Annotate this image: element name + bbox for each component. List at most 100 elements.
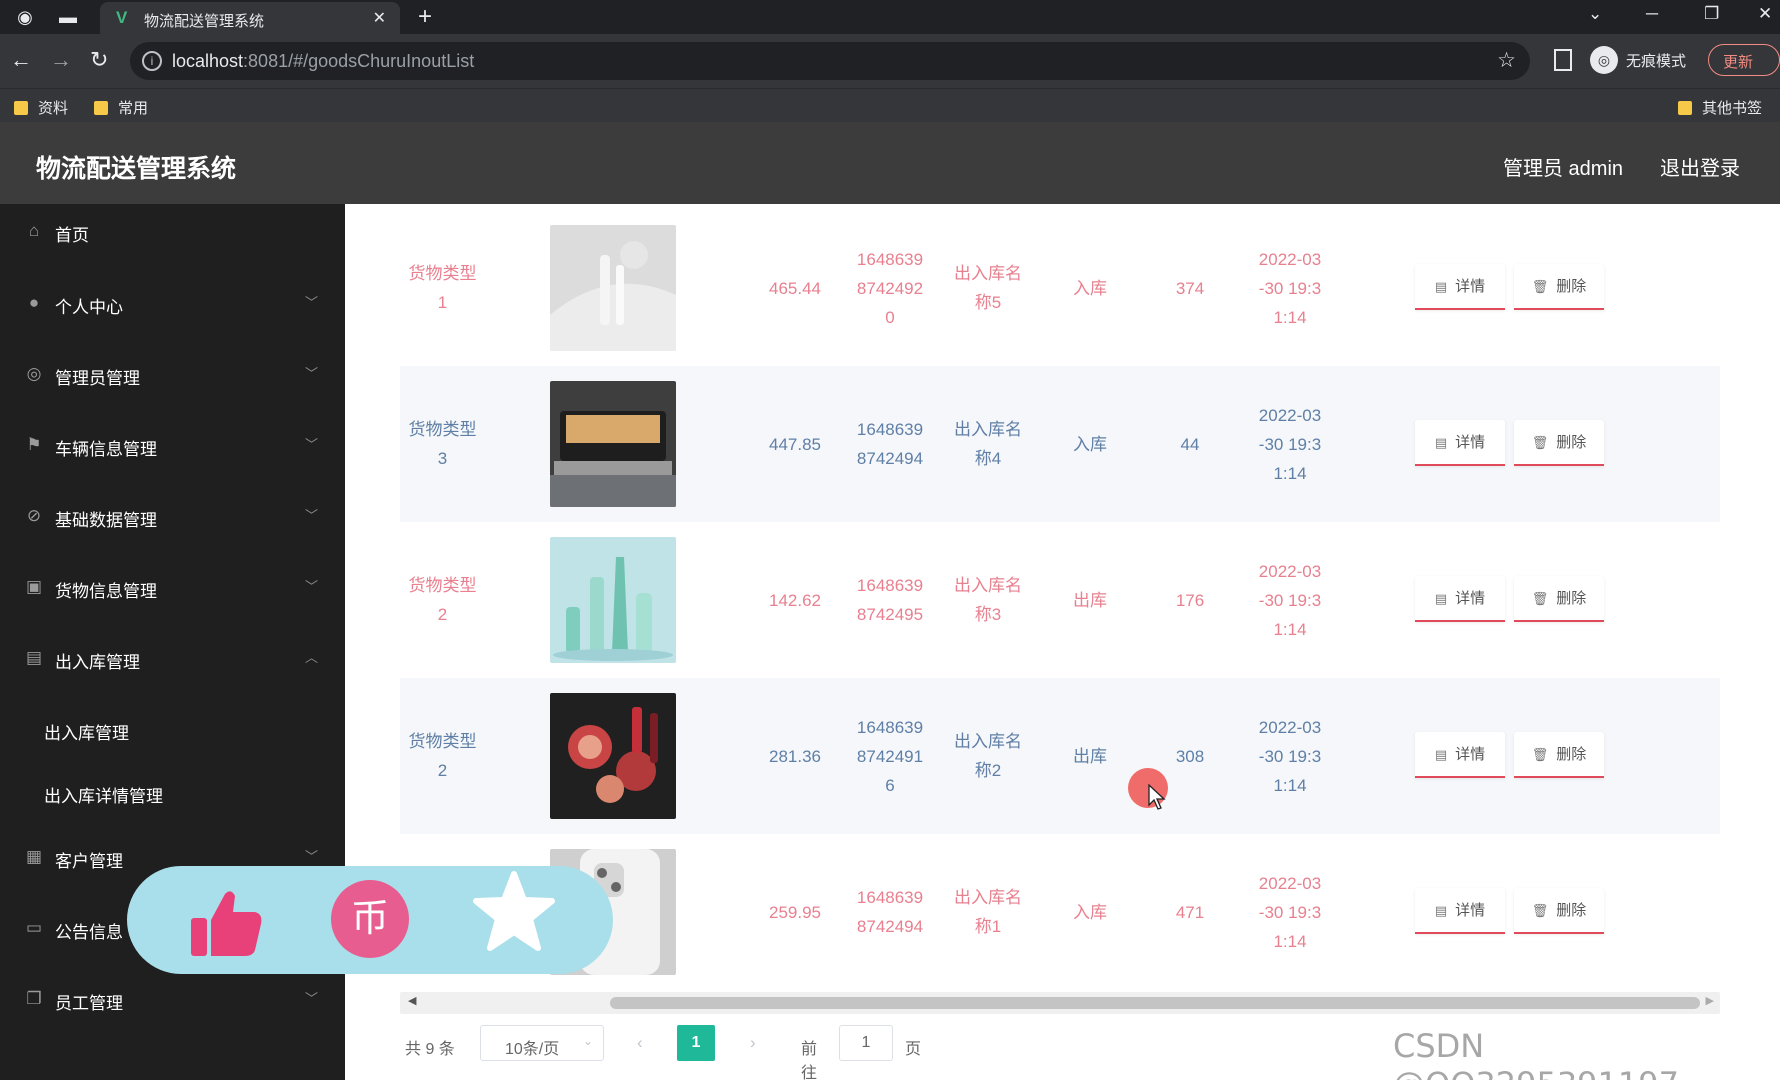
side-panel-icon[interactable] <box>1554 49 1572 71</box>
cell-actions: ▤ 详情 🗑 删除 <box>1400 678 1604 834</box>
cell-price: 142.62 <box>769 590 821 610</box>
cell-inout-code: 1648639 8742491 6 <box>856 717 924 795</box>
folder-icon <box>14 101 28 115</box>
cell-goods-type: 货物类型 1 <box>408 264 477 312</box>
detail-button[interactable]: ▤ 详情 <box>1415 264 1505 310</box>
url-text: localhost:8081/#/goodsChuruInoutList <box>172 51 475 71</box>
other-bookmarks[interactable]: 其他书签 <box>1678 97 1762 118</box>
close-window-icon[interactable]: ✕ <box>1758 4 1772 24</box>
sidebar-item-staff[interactable]: ❐ 员工管理 ﹀ <box>0 972 345 1028</box>
url-field[interactable]: i localhost:8081/#/goodsChuruInoutList ☆ <box>130 42 1530 80</box>
minimize-icon[interactable]: ─ <box>1646 4 1658 24</box>
delete-button[interactable]: 🗑 删除 <box>1514 732 1604 778</box>
forward-icon[interactable]: → <box>50 48 72 72</box>
detail-button[interactable]: ▤ 详情 <box>1415 888 1505 934</box>
goto-page-input[interactable]: 1 <box>839 1025 893 1061</box>
app-title: 物流配送管理系统 <box>36 155 237 183</box>
sidebar-item-basic-data[interactable]: ⊘ 基础数据管理 ﹀ <box>0 489 345 545</box>
sidebar-item-label: 货物信息管理 <box>55 582 157 601</box>
detail-button[interactable]: ▤ 详情 <box>1415 732 1505 778</box>
browser-logo-icon: ◉ <box>17 7 33 27</box>
tab-close-icon[interactable]: ✕ <box>373 8 386 28</box>
chevron-down-icon: ﹀ <box>304 508 318 523</box>
delete-label: 删除 <box>1556 589 1587 607</box>
reload-icon[interactable]: ↻ <box>90 48 108 72</box>
page-number-current[interactable]: 1 <box>677 1025 715 1061</box>
sidebar-item-inout[interactable]: ▤ 出入库管理 ︿ <box>0 631 345 687</box>
copy-icon: ❐ <box>26 989 42 1008</box>
document-icon: ▤ <box>1434 746 1448 762</box>
cell-direction: 入库 <box>1073 902 1107 922</box>
detail-button[interactable]: ▤ 详情 <box>1415 576 1505 622</box>
trash-icon: 🗑 <box>1531 434 1549 450</box>
cell-price: 259.95 <box>769 902 821 922</box>
browser-tab-bar: ◉ ▬ V 物流配送管理系统 ✕ + ⌄ ─ ❐ ✕ <box>0 0 1780 34</box>
site-info-icon[interactable]: i <box>142 51 162 71</box>
cell-price: 447.85 <box>769 434 821 454</box>
folder-icon <box>94 101 108 115</box>
document-icon: ▤ <box>1434 902 1448 918</box>
cell-direction: 出库 <box>1073 746 1107 766</box>
sidebar-item-profile[interactable]: ● 个人中心 ﹀ <box>0 276 345 332</box>
restore-icon[interactable]: ❐ <box>1704 4 1719 24</box>
trash-icon: 🗑 <box>1531 902 1549 918</box>
cell-price: 465.44 <box>769 278 821 298</box>
horizontal-scrollbar[interactable]: ◀ ▶ <box>400 992 1720 1014</box>
submenu-inout-detail[interactable]: 出入库详情管理 <box>44 782 163 807</box>
scroll-left-icon[interactable]: ◀ <box>408 994 416 1007</box>
coin-icon[interactable]: 币 <box>331 880 409 958</box>
chevron-up-icon: ︿ <box>304 650 318 665</box>
trash-icon: 🗑 <box>1531 746 1549 762</box>
next-page-icon[interactable]: › <box>750 1033 756 1053</box>
sidebar-item-admins[interactable]: ◎ 管理员管理 ﹀ <box>0 347 345 403</box>
bookmark-folder-0[interactable]: 资料 <box>14 97 68 118</box>
new-tab-icon[interactable]: + <box>418 3 432 31</box>
sidebar-item-label: 个人中心 <box>55 298 123 317</box>
cell-goods-type: 货物类型 2 <box>408 576 477 624</box>
sidebar-item-goods[interactable]: ▣ 货物信息管理 ﹀ <box>0 560 345 616</box>
incognito-label: 无痕模式 <box>1626 53 1687 70</box>
chevron-down-icon: ﹀ <box>304 991 318 1006</box>
cell-inout-name: 出入库名 称4 <box>954 420 1022 468</box>
logout-button[interactable]: 退出登录 <box>1660 152 1740 181</box>
goto-unit-label: 页 <box>905 1041 922 1058</box>
sidebar-item-home[interactable]: ⌂ 首页 <box>0 204 345 260</box>
delete-button[interactable]: 🗑 删除 <box>1514 888 1604 934</box>
submenu-inout-manage[interactable]: 出入库管理 <box>44 719 129 744</box>
scrollbar-thumb[interactable] <box>610 997 1700 1009</box>
delete-button[interactable]: 🗑 删除 <box>1514 420 1604 466</box>
vue-favicon-icon: V <box>116 8 128 27</box>
sidebar-item-label: 首页 <box>55 226 89 245</box>
cell-direction: 出库 <box>1073 590 1107 610</box>
bookmark-star-icon[interactable]: ☆ <box>1497 48 1516 73</box>
back-icon[interactable]: ← <box>10 48 32 72</box>
sidebar-item-label: 管理员管理 <box>55 369 140 388</box>
goods-photo <box>550 225 676 351</box>
cell-actions: ▤ 详情 🗑 删除 <box>1400 522 1604 678</box>
prev-page-icon[interactable]: ‹ <box>637 1033 643 1053</box>
delete-button[interactable]: 🗑 删除 <box>1514 576 1604 622</box>
browser-tab[interactable]: V 物流配送管理系统 ✕ <box>100 2 400 34</box>
page-size-select[interactable]: 10条/页 ⌄ <box>480 1025 604 1061</box>
tab-search-icon[interactable]: ⌄ <box>1588 4 1602 24</box>
sidebar-item-vehicles[interactable]: ⚑ 车辆信息管理 ﹀ <box>0 418 345 474</box>
bookmark-folder-1[interactable]: 常用 <box>94 97 148 118</box>
scroll-right-icon[interactable]: ▶ <box>1706 994 1714 1007</box>
cell-goods-type: 货物类型 2 <box>408 732 477 780</box>
sidebar-item-label: 车辆信息管理 <box>55 440 157 459</box>
star-icon[interactable] <box>472 870 556 954</box>
delete-button[interactable]: 🗑 删除 <box>1514 264 1604 310</box>
goods-photo <box>550 693 676 819</box>
cell-goods-image <box>550 678 676 834</box>
mouse-cursor-icon <box>1148 784 1166 810</box>
thumbs-up-icon[interactable] <box>185 882 265 962</box>
incognito-icon[interactable]: ◎ <box>1590 46 1618 74</box>
detail-button[interactable]: ▤ 详情 <box>1415 420 1505 466</box>
cell-quantity: 44 <box>1180 434 1200 454</box>
update-button[interactable]: 更新 <box>1708 44 1780 76</box>
chevron-down-icon: ﹀ <box>304 579 318 594</box>
tab-strip-icon[interactable]: ▬ <box>57 6 79 28</box>
delete-label: 删除 <box>1556 433 1587 451</box>
delete-label: 删除 <box>1556 901 1587 919</box>
cell-goods-image <box>550 522 676 678</box>
